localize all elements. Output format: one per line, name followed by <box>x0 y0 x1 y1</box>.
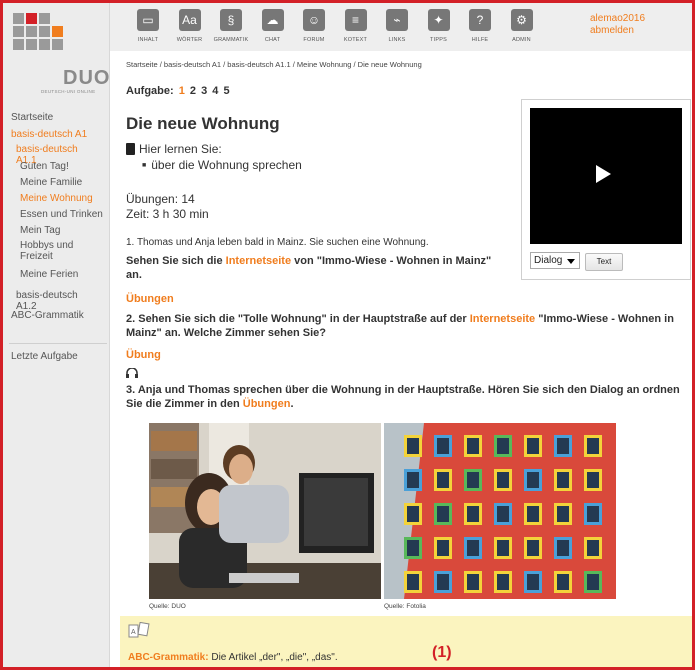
uebung-link[interactable]: Übung <box>126 348 686 362</box>
gears-icon: ⚙ <box>510 9 533 31</box>
kotext-icon: ≡ <box>344 9 367 31</box>
sidebar-item-mein-tag[interactable]: Mein Tag <box>20 224 60 237</box>
toolbar-admin[interactable]: ⚙ ADMIN <box>497 9 547 43</box>
svg-text:A: A <box>131 629 136 636</box>
photo-red-building <box>384 423 616 599</box>
sidebar-item-meine-familie[interactable]: Meine Familie <box>20 176 82 189</box>
chat-icon: ☁ <box>261 9 284 31</box>
zeit-value: Zeit: 3 h 30 min <box>126 207 209 221</box>
video-screen[interactable] <box>530 108 682 244</box>
task-1-text: 1. Thomas und Anja leben bald in Mainz. … <box>126 237 429 248</box>
video-player: Dialog Text <box>521 99 691 280</box>
task-1-instruction: Sehen Sie sich die Internetseite von "Im… <box>126 255 492 281</box>
username-link[interactable]: alemao2016 <box>590 13 645 25</box>
toolbar-label: ADMIN <box>512 37 531 43</box>
aufgabe-page-1[interactable]: 1 <box>179 85 185 97</box>
learn-heading: Hier lernen Sie: <box>139 142 222 156</box>
exercise-meta: Übungen: 14 Zeit: 3 h 30 min <box>126 192 209 222</box>
help-icon: ? <box>469 9 491 31</box>
grammar-icon: § <box>220 9 242 31</box>
grammar-note-text: ABC-Grammatik: Die Artikel „der", „die",… <box>128 652 338 663</box>
sidebar: DUO DEUTSCH-UNI ONLINE Startseite basis-d… <box>3 3 110 667</box>
uebungen-link[interactable]: Übungen <box>126 292 686 306</box>
task-3-instruction: 3. Anja und Thomas sprechen über die Woh… <box>126 384 680 410</box>
dialog-select[interactable]: Dialog <box>530 252 580 269</box>
grammar-note: A ABC-Grammatik: Die Artikel „der", „die… <box>120 616 692 667</box>
image-source-1: Quelle: DUO <box>149 603 186 610</box>
internetseite-link-2[interactable]: Internetseite <box>470 313 535 325</box>
text-button[interactable]: Text <box>585 253 623 271</box>
task-2-instruction: 2. Sehen Sie sich die "Tolle Wohnung" in… <box>126 313 674 339</box>
learn-item: über die Wohnung sprechen <box>142 158 302 172</box>
play-icon[interactable] <box>596 165 611 183</box>
page-title: Die neue Wohnung <box>126 114 280 133</box>
photo-students-computer <box>149 423 381 599</box>
annotation-marker: (1) <box>432 644 452 661</box>
chevron-down-icon <box>567 259 575 264</box>
main-content: Startseite / basis-deutsch A1 / basis-de… <box>110 51 692 667</box>
forum-icon: ☺ <box>303 9 325 31</box>
aufgabe-page-3[interactable]: 3 <box>201 85 207 97</box>
lightbulb-icon: ✦ <box>427 9 450 31</box>
bookmark-icon <box>126 143 135 155</box>
aufgabe-page-2[interactable]: 2 <box>190 85 196 97</box>
internetseite-link-1[interactable]: Internetseite <box>226 255 291 267</box>
abc-grammatik-link[interactable]: ABC-Grammatik: <box>128 652 209 663</box>
user-box: alemao2016 abmelden <box>590 13 645 37</box>
top-toolbar: ▭ INHALT Aa WÖRTER § GRAMMATIK ☁ CHAT ☺ FORUM ≡ KOT… <box>110 3 692 51</box>
sidebar-item-meine-wohnung[interactable]: Meine Wohnung <box>20 192 93 205</box>
sidebar-item-essen-und-trinken[interactable]: Essen und Trinken <box>20 208 103 221</box>
sidebar-item-guten-tag[interactable]: Guten Tag! <box>20 160 69 173</box>
uebungen-link-2[interactable]: Übungen <box>243 398 291 410</box>
sidebar-item-startseite[interactable]: Startseite <box>11 111 53 124</box>
sidebar-divider <box>9 343 107 344</box>
aufgabe-page-4[interactable]: 4 <box>212 85 218 97</box>
grammar-note-icon: A <box>128 621 150 640</box>
duo-logo[interactable]: DUO DEUTSCH-UNI ONLINE <box>13 13 109 98</box>
sidebar-item-basis-deutsch-a1[interactable]: basis-deutsch A1 <box>11 128 87 141</box>
uebungen-count: Übungen: 14 <box>126 192 195 206</box>
aufgabe-label: Aufgabe: <box>126 85 174 97</box>
links-icon: ⌁ <box>386 9 408 31</box>
sidebar-item-abc-grammatik[interactable]: ABC-Grammatik <box>11 309 84 322</box>
folder-icon: ▭ <box>137 9 159 31</box>
logo-subtitle: DEUTSCH-UNI ONLINE <box>41 89 96 94</box>
breadcrumb[interactable]: Startseite / basis-deutsch A1 / basis-de… <box>126 60 422 69</box>
sidebar-item-letzte-aufgabe[interactable]: Letzte Aufgabe <box>11 350 78 363</box>
headphones-icon[interactable] <box>126 367 138 378</box>
aufgabe-page-5[interactable]: 5 <box>223 85 229 97</box>
learning-goals: Hier lernen Sie: über die Wohnung sprech… <box>126 142 302 172</box>
sidebar-item-hobbys-und-freizeit[interactable]: Hobbys und Freizeit <box>20 240 100 262</box>
logo-text: DUO <box>63 67 111 89</box>
logout-link[interactable]: abmelden <box>590 25 645 37</box>
dictionary-icon: Aa <box>178 9 201 31</box>
page-frame: DUO DEUTSCH-UNI ONLINE Startseite basis-d… <box>0 0 695 670</box>
aufgabe-pager: Aufgabe: 1 2 3 4 5 <box>126 85 230 97</box>
image-source-2: Quelle: Fotolia <box>384 603 426 610</box>
sidebar-item-meine-ferien[interactable]: Meine Ferien <box>20 268 78 281</box>
